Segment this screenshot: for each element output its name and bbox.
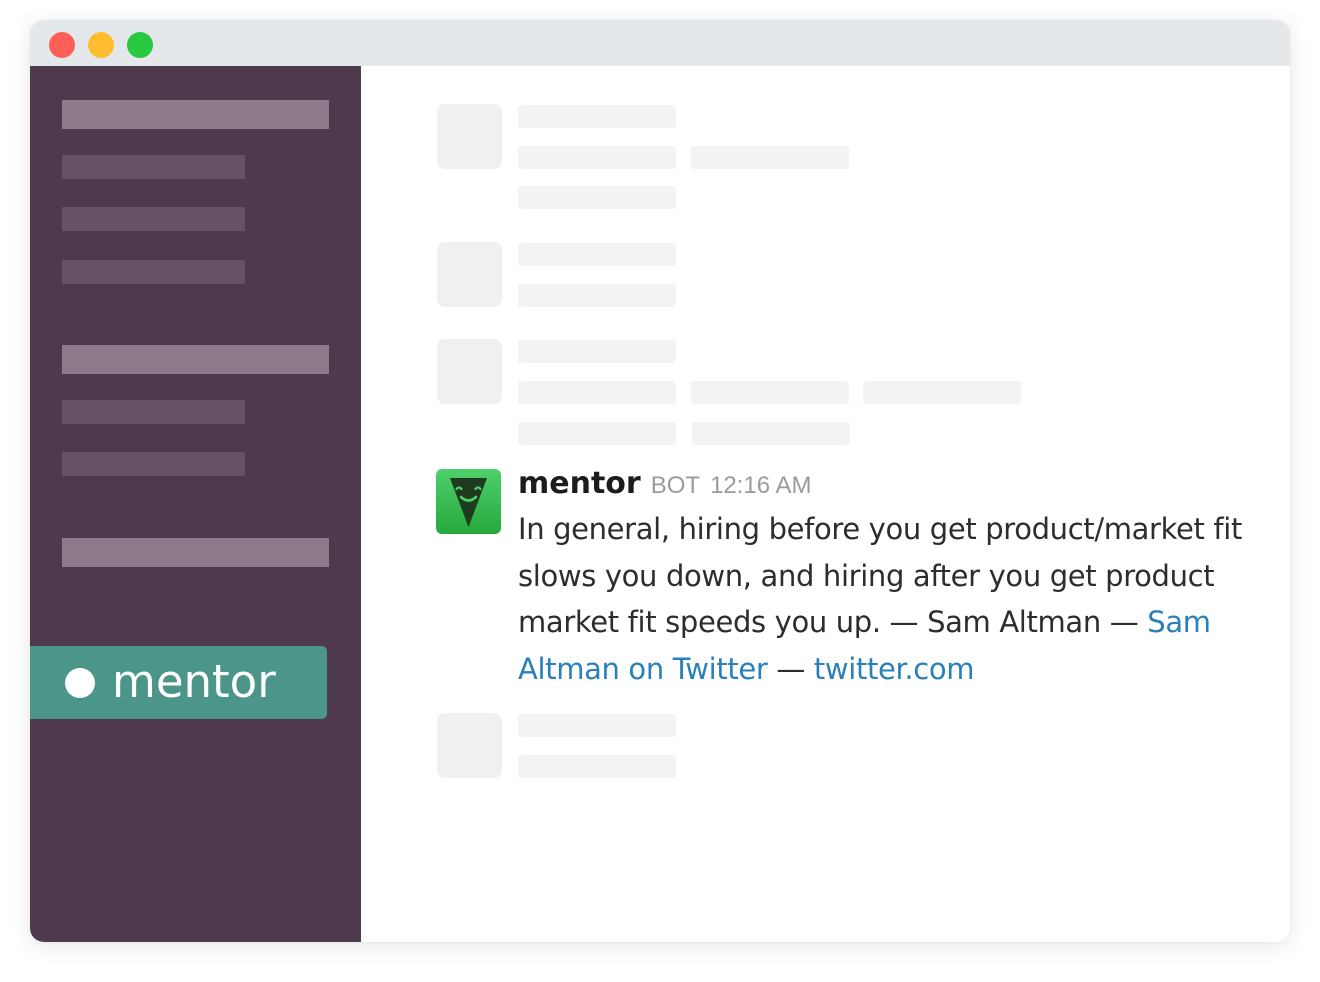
text-placeholder [691, 146, 849, 169]
sidebar-item-placeholder[interactable] [62, 207, 245, 231]
text-placeholder [518, 381, 676, 404]
message-text: In general, hiring before you get produc… [518, 512, 1243, 639]
text-placeholder [691, 381, 849, 404]
text-placeholder [518, 105, 676, 128]
text-placeholder [518, 146, 676, 169]
bot-badge: BOT [650, 472, 701, 499]
app-window: mentor mentor BOT 12:16 AM In general, h… [30, 20, 1290, 942]
message-body: In general, hiring before you get produc… [518, 506, 1258, 692]
window-titlebar [30, 20, 1290, 66]
site-link[interactable]: twitter.com [814, 652, 975, 686]
sidebar-section-header-placeholder [62, 100, 329, 129]
text-placeholder [518, 714, 676, 737]
text-placeholder [692, 422, 850, 445]
sidebar-section-header-placeholder [62, 345, 329, 374]
message-timestamp[interactable]: 12:16 AM [710, 472, 811, 499]
sidebar: mentor [30, 66, 361, 942]
message-header: mentor BOT 12:16 AM [518, 466, 811, 506]
close-window-button[interactable] [49, 32, 75, 58]
text-placeholder [518, 186, 676, 209]
sidebar-item-placeholder[interactable] [62, 400, 245, 424]
sidebar-section-header-placeholder [62, 538, 329, 567]
link-separator: — [767, 651, 814, 686]
text-placeholder [518, 422, 676, 445]
avatar-placeholder [437, 104, 502, 169]
sidebar-item-placeholder[interactable] [62, 452, 245, 476]
presence-dot-icon [65, 668, 95, 698]
message-pane: mentor BOT 12:16 AM In general, hiring bef… [361, 66, 1290, 942]
sidebar-channel-mentor[interactable]: mentor [30, 646, 327, 719]
zoom-window-button[interactable] [127, 32, 153, 58]
message-author[interactable]: mentor [518, 466, 641, 501]
text-placeholder [518, 243, 676, 266]
minimize-window-button[interactable] [88, 32, 114, 58]
channel-label: mentor [112, 655, 276, 708]
text-placeholder [863, 381, 1021, 404]
text-placeholder [518, 755, 676, 778]
avatar-placeholder [437, 713, 502, 778]
avatar-placeholder [437, 242, 502, 307]
sidebar-item-placeholder[interactable] [62, 260, 245, 284]
sidebar-item-placeholder[interactable] [62, 155, 245, 179]
avatar-placeholder [437, 339, 502, 404]
text-placeholder [518, 284, 676, 307]
text-placeholder [518, 340, 676, 363]
mentor-bot-logo-icon[interactable] [436, 469, 501, 534]
